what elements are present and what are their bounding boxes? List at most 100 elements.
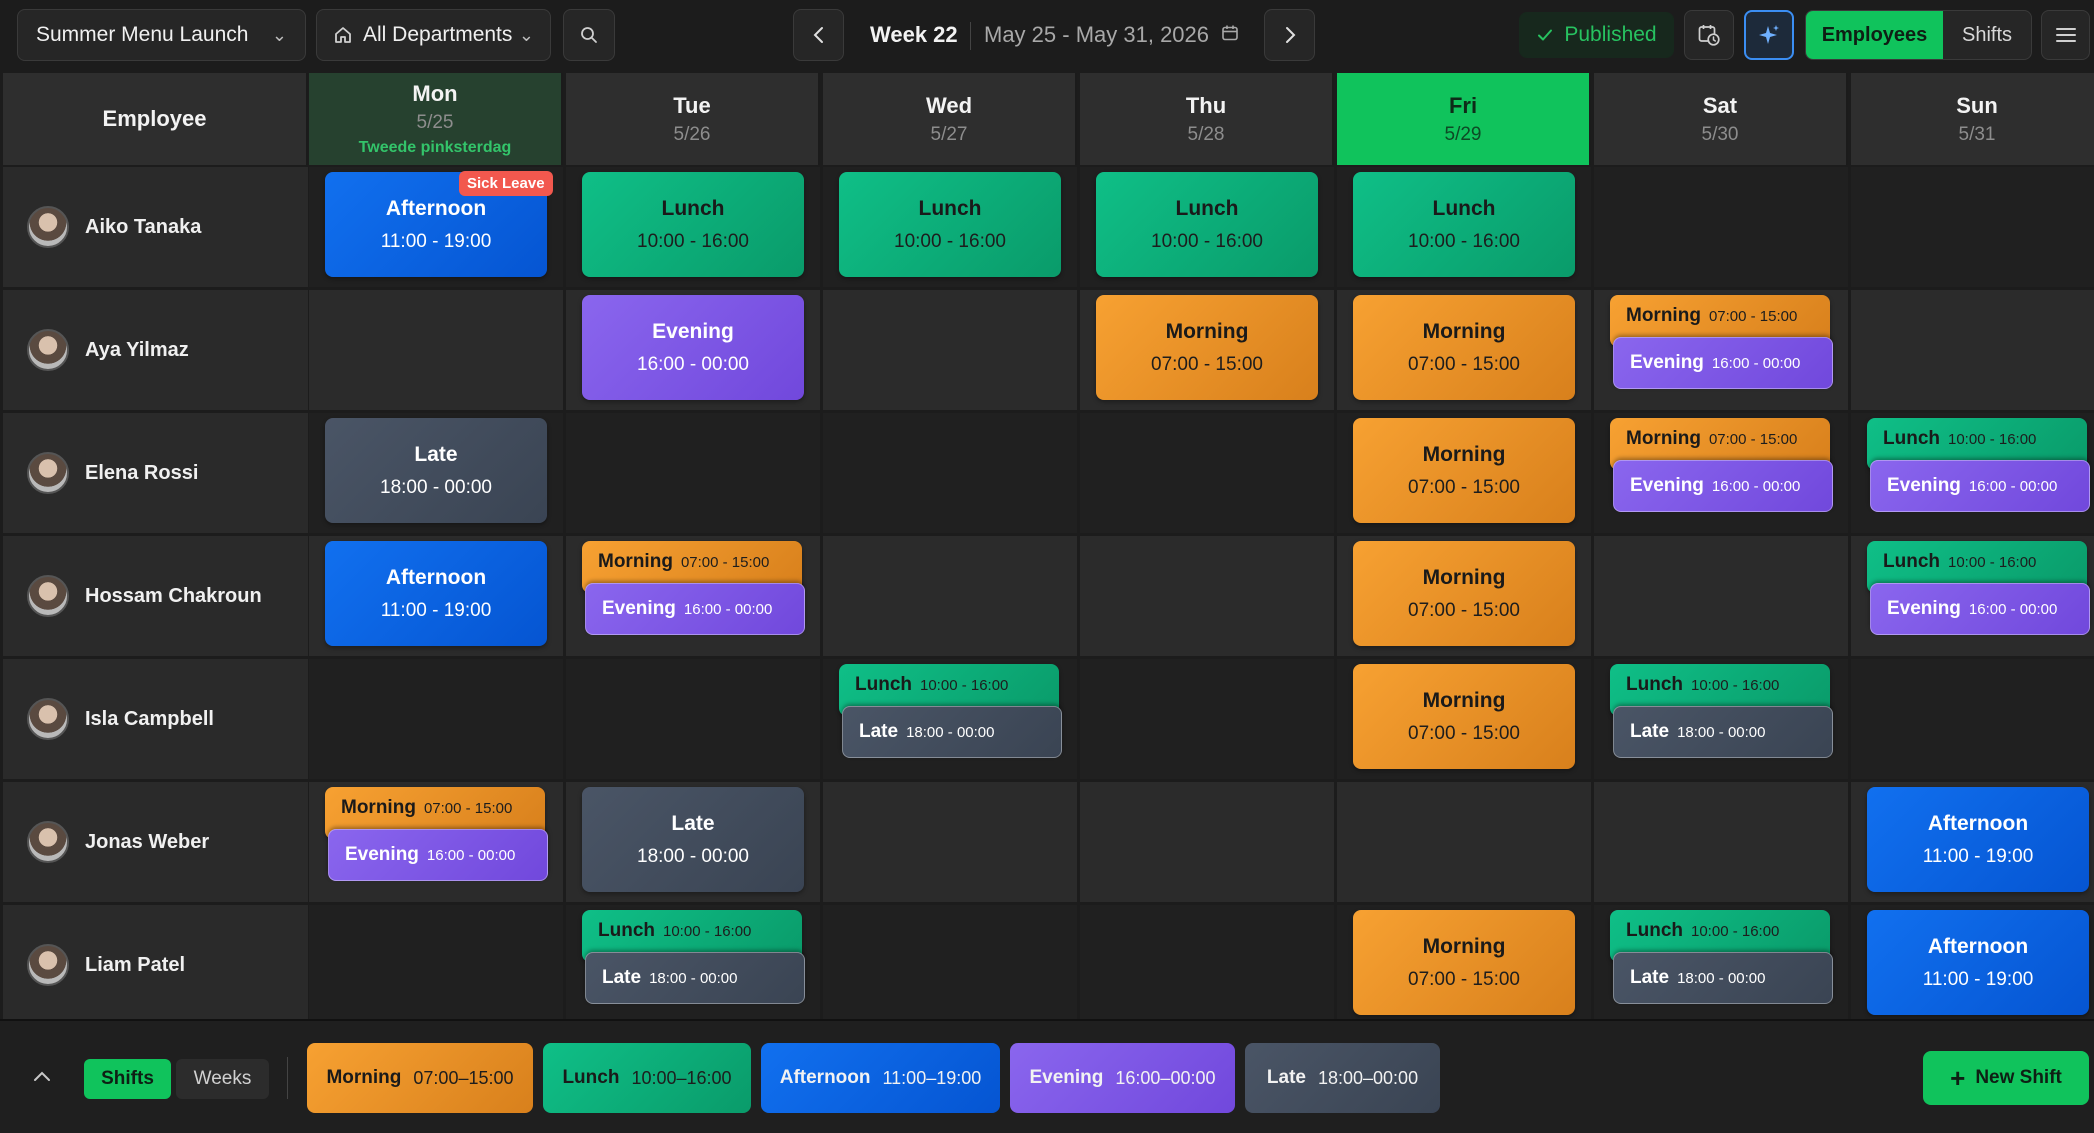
shift-time: 07:00 - 15:00 [1408,476,1520,498]
employee-row-header[interactable]: Aiko Tanaka [3,167,308,287]
shift-card-evening[interactable]: Evening 16:00 - 00:00 [1870,460,2090,512]
schedule-cell[interactable] [823,413,1077,533]
shift-time: 10:00 - 16:00 [637,230,749,252]
shift-card-late[interactable]: Late 18:00 - 00:00 [1613,706,1833,758]
schedule-cell[interactable] [1594,782,1848,902]
shift-card-late[interactable]: Late 18:00 - 00:00 [585,952,805,1004]
project-name: Summer Menu Launch [36,23,249,46]
employee-row-header[interactable]: Aya Yilmaz [3,290,308,410]
schedule-cell[interactable] [1594,536,1848,656]
shift-card-morning[interactable]: Morning 07:00 - 15:00 [1353,418,1575,523]
legend-shift-name: Afternoon [779,1067,871,1088]
schedule-cell[interactable] [1080,905,1334,1025]
department-selector[interactable]: All Departments ⌄ [316,9,551,61]
schedule-cell[interactable] [566,413,820,533]
new-shift-button[interactable]: + New Shift [1923,1051,2089,1105]
schedule-cell[interactable] [823,536,1077,656]
shift-card-morning[interactable]: Morning 07:00 - 15:00 [1353,541,1575,646]
schedule-cell[interactable] [1080,659,1334,779]
collapse-button[interactable] [24,1059,60,1095]
schedule-cell[interactable] [566,659,820,779]
schedule-cell[interactable] [1851,290,2094,410]
schedule-button[interactable] [1684,10,1734,60]
view-employees-button[interactable]: Employees [1806,11,1943,59]
department-name: All Departments [363,23,513,46]
employee-row-header[interactable]: Hossam Chakroun [3,536,308,656]
employee-row-header[interactable]: Jonas Weber [3,782,308,902]
ai-assistant-button[interactable] [1744,10,1794,60]
shift-time: 10:00 - 16:00 [663,922,752,940]
shift-card-evening[interactable]: Evening 16:00 - 00:00 [1870,583,2090,635]
shift-card-late[interactable]: Late 18:00 - 00:00 [325,418,547,523]
shift-card-late[interactable]: Late 18:00 - 00:00 [842,706,1062,758]
shift-card-lunch[interactable]: Lunch 10:00 - 16:00 [582,172,804,277]
shift-card-lunch[interactable]: Lunch 10:00 - 16:00 [1353,172,1575,277]
shift-name: Evening [1630,352,1704,373]
project-selector[interactable]: Summer Menu Launch ⌄ [17,9,306,61]
shift-card-lunch[interactable]: Lunch 10:00 - 16:00 [839,172,1061,277]
calendar-clock-icon [1697,23,1721,47]
view-shifts-button[interactable]: Shifts [1943,11,2031,59]
shift-card-afternoon[interactable]: Afternoon 11:00 - 19:00 [1867,910,2089,1015]
legend-morning[interactable]: Morning 07:00–15:00 [307,1043,533,1113]
shift-card-evening[interactable]: Evening 16:00 - 00:00 [1613,337,1833,389]
shift-card-late[interactable]: Late 18:00 - 00:00 [1613,952,1833,1004]
menu-button[interactable] [2041,10,2090,60]
shift-time: 07:00 - 15:00 [680,553,770,571]
footer-tab-shifts[interactable]: Shifts [84,1059,171,1099]
employee-row-header[interactable]: Isla Campbell [3,659,308,779]
shift-name: Late [602,967,642,988]
shift-card-morning[interactable]: Morning 07:00 - 15:00 [1353,295,1575,400]
shift-card-morning[interactable]: Morning 07:00 - 15:00 [1096,295,1318,400]
shift-name: Morning [1626,305,1701,326]
schedule-cell[interactable] [1851,659,2094,779]
shift-card-evening[interactable]: Evening 16:00 - 00:00 [585,583,805,635]
footer-tab-weeks[interactable]: Weeks [176,1059,269,1099]
shift-card-evening[interactable]: Evening 16:00 - 00:00 [582,295,804,400]
shift-card-morning[interactable]: Morning 07:00 - 15:00 [1353,910,1575,1015]
shift-card-evening[interactable]: Evening 16:00 - 00:00 [1613,460,1833,512]
prev-week-button[interactable] [793,9,844,61]
shift-time: 10:00 - 16:00 [894,230,1006,252]
shift-card-afternoon[interactable]: Afternoon 11:00 - 19:00 [325,541,547,646]
shift-card-afternoon[interactable]: Afternoon 11:00 - 19:00 [1867,787,2089,892]
published-status-button[interactable]: Published [1519,12,1674,58]
shift-time: 07:00 - 15:00 [1408,353,1520,375]
schedule-cell[interactable] [309,905,563,1025]
next-week-button[interactable] [1264,9,1315,61]
schedule-cell[interactable] [1851,167,2094,287]
shift-time: 18:00 - 00:00 [649,969,738,987]
schedule-cell[interactable] [1080,782,1334,902]
avatar [27,698,69,740]
schedule-cell[interactable] [1080,413,1334,533]
date-range[interactable]: May 25 - May 31, 2026 [984,22,1239,48]
schedule-cell[interactable] [1080,536,1334,656]
employee-column-header: Employee [3,73,308,165]
shift-card-late[interactable]: Late 18:00 - 00:00 [582,787,804,892]
shift-time: 07:00 - 15:00 [1408,968,1520,990]
schedule-cell[interactable] [823,905,1077,1025]
legend-late[interactable]: Late 18:00–00:00 [1245,1043,1440,1113]
employee-row-header[interactable]: Liam Patel [3,905,308,1025]
shift-card-evening[interactable]: Evening 16:00 - 00:00 [328,829,548,881]
legend-afternoon[interactable]: Afternoon 11:00–19:00 [761,1043,1000,1113]
search-button[interactable] [563,9,615,61]
legend-evening[interactable]: Evening 16:00–00:00 [1010,1043,1235,1113]
employee-row-header[interactable]: Elena Rossi [3,413,308,533]
avatar [27,452,69,494]
shift-name: Afternoon [385,565,487,589]
chevron-up-icon [33,1066,51,1088]
day-header-sun: Sun 5/31 [1851,73,2094,165]
schedule-cell[interactable] [823,782,1077,902]
shift-card-morning[interactable]: Morning 07:00 - 15:00 [1353,664,1575,769]
published-label: Published [1564,23,1657,46]
schedule-cell[interactable] [1337,782,1591,902]
schedule-cell[interactable] [1594,167,1848,287]
schedule-cell[interactable] [823,290,1077,410]
shift-card-lunch[interactable]: Lunch 10:00 - 16:00 [1096,172,1318,277]
schedule-cell[interactable] [309,290,563,410]
schedule-cell[interactable] [309,659,563,779]
shift-time: 11:00 - 19:00 [380,230,492,252]
shift-time: 10:00 - 16:00 [1948,430,2037,448]
legend-lunch[interactable]: Lunch 10:00–16:00 [543,1043,751,1113]
